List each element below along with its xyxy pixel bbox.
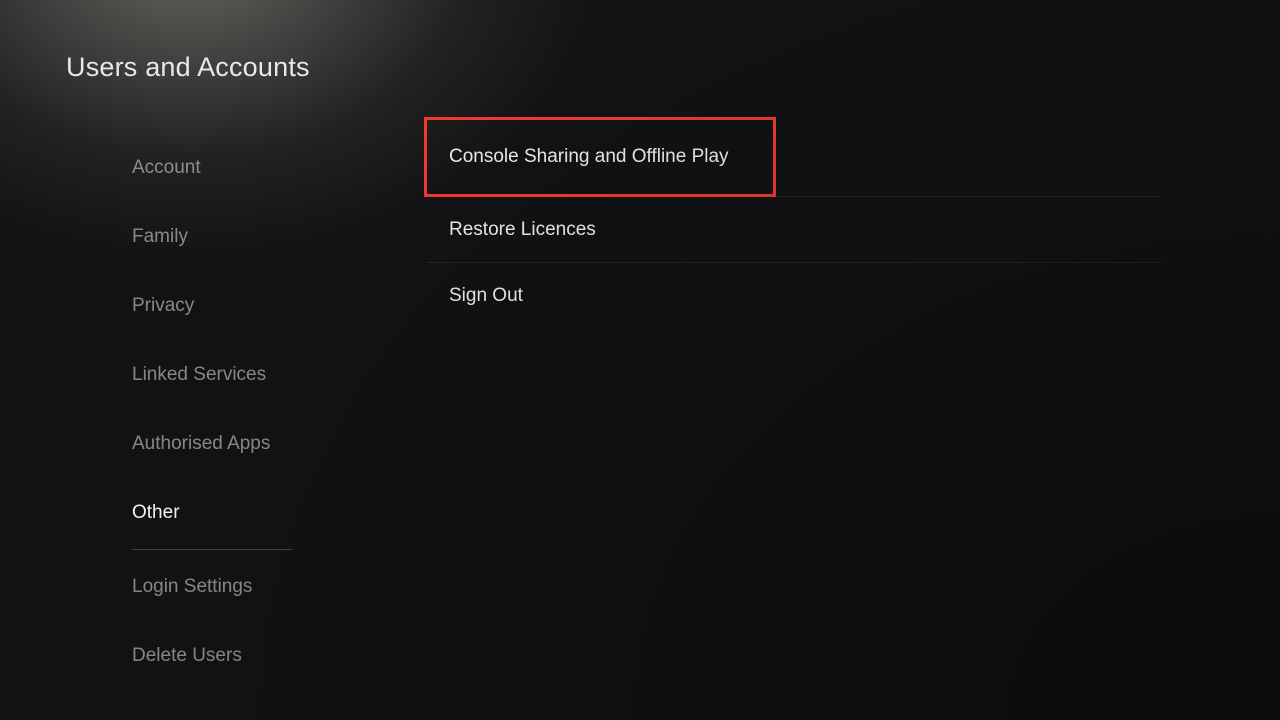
sidebar-item-authorised-apps[interactable]: Authorised Apps — [132, 409, 372, 478]
sidebar-item-label: Authorised Apps — [132, 433, 270, 455]
content-item-label: Sign Out — [449, 285, 523, 307]
sidebar-item-label: Linked Services — [132, 364, 266, 386]
sidebar: Account Family Privacy Linked Services A… — [132, 133, 372, 690]
sidebar-item-other[interactable]: Other — [132, 478, 372, 547]
page-title: Users and Accounts — [66, 52, 310, 83]
sidebar-item-label: Other — [132, 502, 180, 524]
content-panel: Console Sharing and Offline Play Restore… — [427, 118, 1162, 329]
sidebar-item-login-settings[interactable]: Login Settings — [132, 552, 372, 621]
sidebar-item-label: Delete Users — [132, 645, 242, 667]
content-item-restore-licences[interactable]: Restore Licences — [427, 197, 1162, 263]
content-item-sign-out[interactable]: Sign Out — [427, 263, 1162, 329]
sidebar-item-family[interactable]: Family — [132, 202, 372, 271]
content-item-label: Console Sharing and Offline Play — [449, 146, 729, 168]
sidebar-item-account[interactable]: Account — [132, 133, 372, 202]
sidebar-item-label: Privacy — [132, 295, 194, 317]
content-item-label: Restore Licences — [449, 219, 596, 241]
content-item-console-sharing[interactable]: Console Sharing and Offline Play — [424, 117, 776, 197]
sidebar-item-delete-users[interactable]: Delete Users — [132, 621, 372, 690]
sidebar-item-privacy[interactable]: Privacy — [132, 271, 372, 340]
sidebar-item-label: Login Settings — [132, 576, 252, 598]
sidebar-item-linked-services[interactable]: Linked Services — [132, 340, 372, 409]
sidebar-divider — [132, 549, 292, 550]
sidebar-item-label: Account — [132, 157, 201, 179]
sidebar-item-label: Family — [132, 226, 188, 248]
settings-screen: Users and Accounts Account Family Privac… — [0, 0, 1280, 720]
